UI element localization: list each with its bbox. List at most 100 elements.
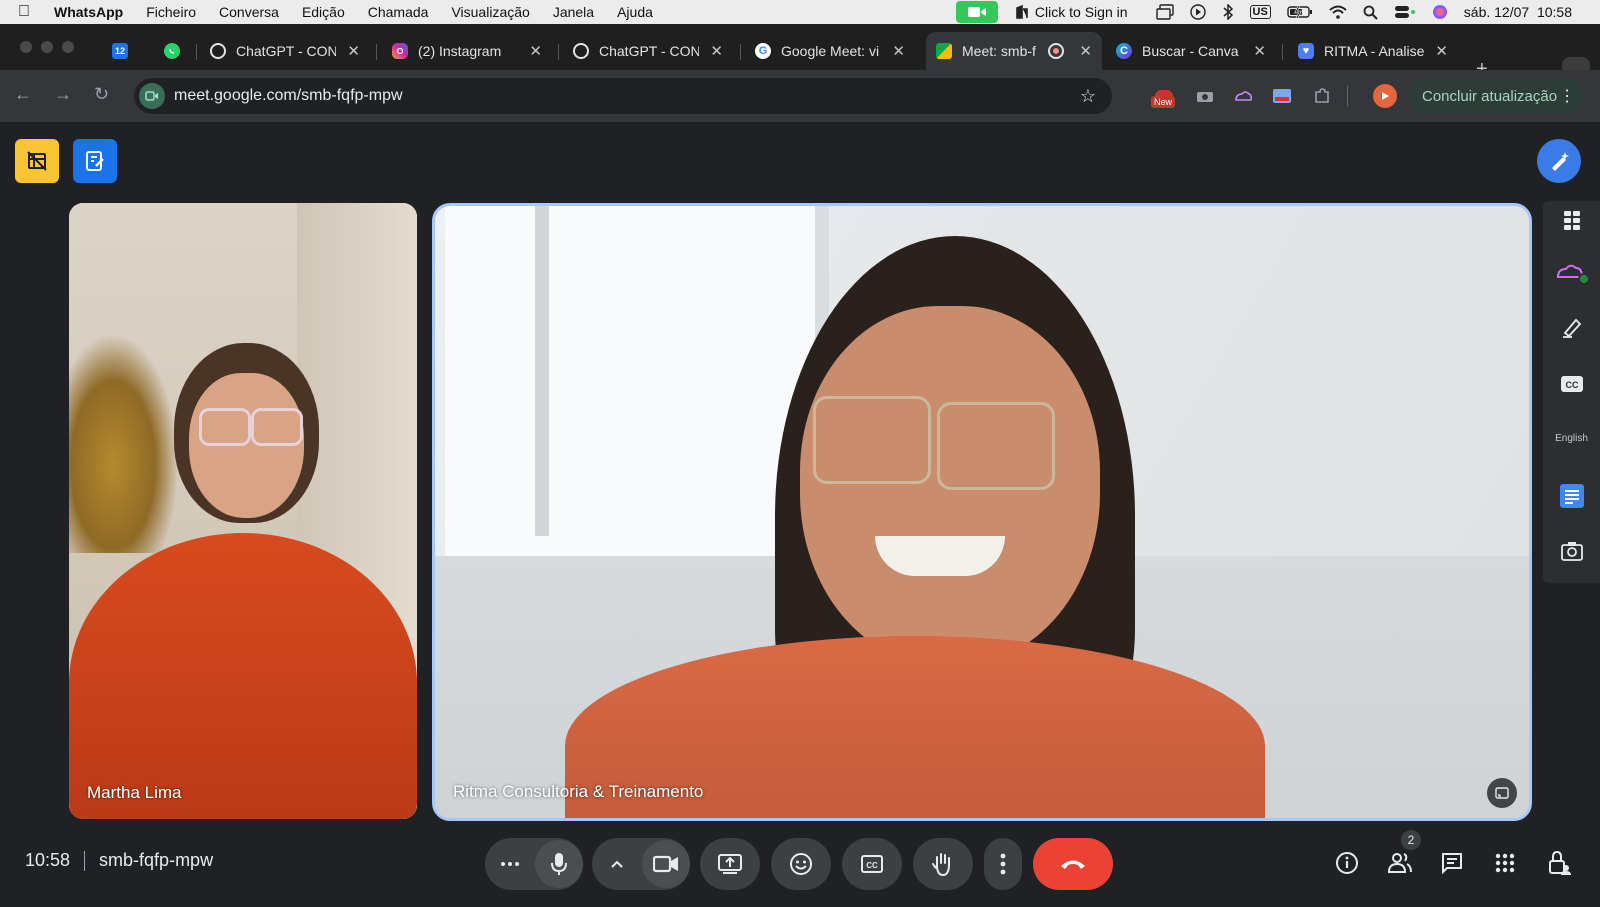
site-info-icon[interactable] [139, 83, 165, 109]
weather-extension-icon[interactable] [1231, 84, 1255, 108]
reactions-button[interactable] [771, 838, 831, 890]
window-frame [535, 206, 549, 536]
update-chrome-button[interactable]: Concluir atualização ⋮ [1408, 78, 1584, 114]
captions-button[interactable]: CC [842, 838, 902, 890]
chat-icon [1442, 853, 1462, 875]
meeting-code[interactable]: smb-fqfp-mpw [99, 850, 213, 871]
close-tab-icon[interactable]: ✕ [1435, 42, 1448, 60]
siri-icon[interactable] [1432, 4, 1448, 20]
apple-menu-icon[interactable]:  [18, 3, 40, 21]
bookmark-star-icon[interactable]: ☆ [1080, 86, 1096, 107]
close-tab-icon[interactable]: ✕ [892, 42, 905, 60]
google-icon: G [755, 43, 771, 59]
screenshot-extension-icon[interactable] [1270, 84, 1294, 108]
menu-ficheiro[interactable]: Ficheiro [146, 4, 196, 20]
clock-datetime[interactable]: sáb. 12/07 10:58 [1464, 4, 1572, 20]
facetime-icon[interactable] [955, 1, 998, 23]
address-bar[interactable]: meet.google.com/smb-fqfp-mpw ☆ [134, 78, 1112, 114]
more-options-button[interactable] [984, 838, 1022, 890]
close-window-icon[interactable] [20, 41, 32, 53]
tab-whatsapp[interactable] [164, 32, 194, 70]
no-recording-button[interactable] [15, 139, 59, 183]
participant-tile[interactable]: Martha Lima [69, 203, 417, 819]
menu-edicao[interactable]: Edição [302, 4, 345, 20]
close-tab-icon[interactable]: ✕ [1253, 42, 1266, 60]
profile-avatar[interactable] [1373, 84, 1397, 108]
caption-language-label[interactable]: English [1543, 433, 1600, 444]
menu-janela[interactable]: Janela [553, 4, 594, 20]
tab-meet-active[interactable]: Meet: smb-f ✕ [926, 32, 1102, 70]
tab-google-meet[interactable]: G Google Meet: vi ✕ [755, 32, 915, 70]
mac-menu-bar:  WhatsApp Ficheiro Conversa Edição Cham… [0, 0, 1600, 24]
people-button[interactable] [1386, 849, 1414, 877]
camera-button[interactable] [642, 840, 690, 888]
gemini-button[interactable] [1537, 139, 1581, 183]
weather-app-icon[interactable] [1543, 259, 1600, 285]
spotlight-search-icon[interactable] [1363, 5, 1378, 20]
minimize-window-icon[interactable] [41, 41, 53, 53]
battery-icon[interactable] [1287, 5, 1313, 19]
reload-icon[interactable]: ↻ [94, 84, 109, 105]
menu-chamada[interactable]: Chamada [368, 4, 429, 20]
raise-hand-button[interactable] [913, 838, 973, 890]
tab-ritma[interactable]: ♥ RITMA - Analise ✕ [1298, 32, 1458, 70]
tab-separator [196, 44, 197, 60]
audio-options-icon[interactable] [485, 861, 535, 867]
participant-tile-active[interactable]: Ritma Consultoria & Treinamento [432, 203, 1532, 821]
sign-in-status[interactable]: Click to Sign in [1014, 4, 1128, 20]
more-vert-icon [1000, 853, 1006, 875]
present-screen-button[interactable] [700, 838, 760, 890]
browser-toolbar: ← → ↻ meet.google.com/smb-fqfp-mpw ☆ New… [0, 70, 1600, 122]
close-tab-icon[interactable]: ✕ [1079, 42, 1092, 60]
menu-conversa[interactable]: Conversa [219, 4, 279, 20]
url-text: meet.google.com/smb-fqfp-mpw [174, 87, 403, 104]
activities-button[interactable] [1491, 849, 1519, 877]
tab-title: (2) Instagram [418, 43, 502, 59]
bluetooth-icon[interactable] [1222, 4, 1234, 20]
zoom-window-icon[interactable] [62, 41, 74, 53]
close-tab-icon[interactable]: ✕ [347, 42, 360, 60]
keyboard-input[interactable]: US [1249, 5, 1271, 19]
close-tab-icon[interactable]: ✕ [529, 42, 542, 60]
host-controls-button[interactable] [1545, 849, 1573, 877]
menu-app-name[interactable]: WhatsApp [54, 4, 123, 20]
tab-chatgpt-1[interactable]: ChatGPT - CON ✕ [210, 32, 370, 70]
menu-ajuda[interactable]: Ajuda [617, 4, 653, 20]
docs-icon[interactable] [1543, 483, 1600, 509]
sign-in-icon [1016, 4, 1028, 19]
tab-chatgpt-2[interactable]: ChatGPT - CON ✕ [573, 32, 733, 70]
tile-expand-button[interactable] [1487, 778, 1517, 808]
play-icon[interactable] [1189, 4, 1206, 20]
tab-instagram[interactable]: (2) Instagram ✕ [392, 32, 552, 70]
highlighter-icon[interactable] [1543, 315, 1600, 339]
video-options-icon[interactable] [592, 859, 642, 869]
wifi-icon[interactable] [1329, 5, 1347, 19]
screen-mirror-icon[interactable] [1155, 4, 1174, 20]
leave-call-button[interactable] [1033, 838, 1113, 890]
chrome-menu-icon[interactable]: ⋮ [1559, 86, 1575, 106]
tab-title: Google Meet: vi [781, 43, 880, 59]
canva-icon: C [1116, 43, 1132, 59]
extensions-puzzle-icon[interactable] [1310, 84, 1334, 108]
chat-button[interactable] [1438, 849, 1466, 877]
mic-control-group [485, 838, 583, 890]
tab-title: Meet: smb-f [962, 43, 1036, 59]
apps-grid-icon[interactable] [1543, 209, 1600, 231]
tab-calendar[interactable]: 12 [112, 32, 142, 70]
forward-icon[interactable]: → [54, 84, 72, 105]
control-center-icon[interactable] [1394, 5, 1416, 19]
notes-button[interactable] [73, 139, 117, 183]
close-tab-icon[interactable]: ✕ [710, 42, 723, 60]
meeting-details-button[interactable] [1333, 849, 1361, 877]
screenshot-camera-icon[interactable] [1543, 541, 1600, 561]
microphone-button[interactable] [535, 840, 583, 888]
menu-visualizacao[interactable]: Visualização [451, 4, 529, 20]
tab-canva[interactable]: C Buscar - Canva ✕ [1116, 32, 1276, 70]
back-icon[interactable]: ← [14, 84, 32, 105]
meeting-time: 10:58 [25, 850, 71, 870]
camera-extension-icon[interactable] [1193, 84, 1217, 108]
closed-captions-icon[interactable]: CC [1543, 375, 1600, 393]
toolbar-divider [1347, 86, 1348, 106]
notes-pen-icon [86, 151, 104, 171]
camera-control-group [592, 838, 690, 890]
